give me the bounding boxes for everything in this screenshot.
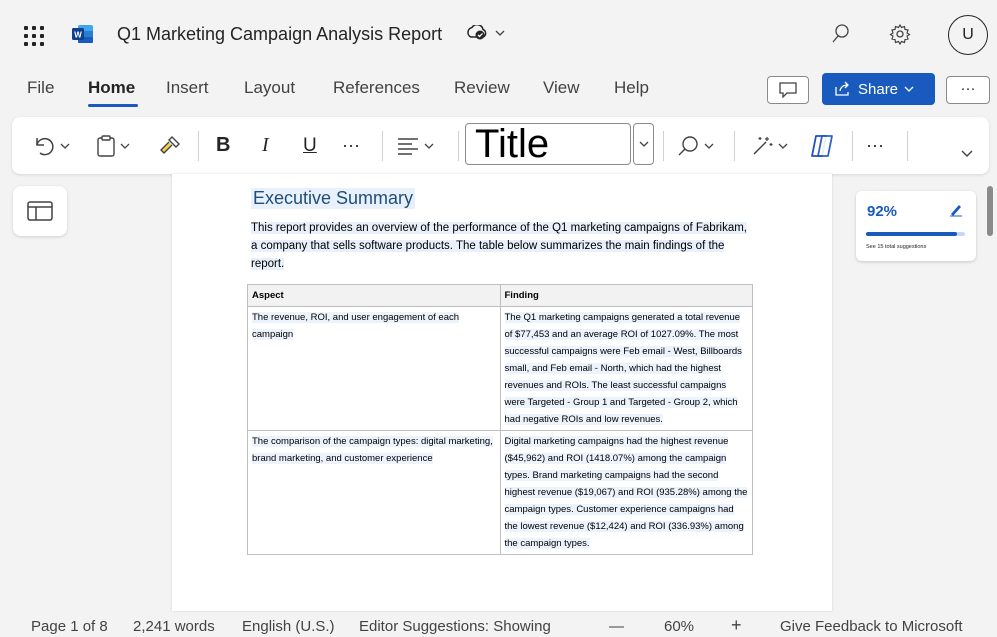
table-header-aspect: Aspect [247, 284, 501, 307]
table-cell-aspect[interactable]: The revenue, ROI, and user engagement of… [247, 306, 501, 431]
table-cell-aspect[interactable]: The comparison of the campaign types: di… [247, 430, 501, 555]
zoom-in-button[interactable]: + [731, 615, 742, 636]
feedback-link[interactable]: Give Feedback to Microsoft [780, 618, 963, 635]
chevron-down-icon [904, 86, 914, 92]
copilot-icon [811, 134, 833, 157]
format-painter-button[interactable] [158, 117, 182, 174]
table-header-row: Aspect Finding [247, 284, 753, 307]
bold-button[interactable]: B [216, 117, 230, 174]
expand-ribbon-button[interactable] [960, 117, 974, 174]
svg-text:W: W [74, 31, 82, 40]
intro-paragraph[interactable]: This report provides an overview of the … [251, 219, 751, 273]
designer-button[interactable] [750, 117, 788, 174]
toolbar-divider [734, 131, 735, 161]
align-button[interactable] [396, 117, 434, 174]
cell-text: The Q1 marketing campaigns generated a t… [504, 312, 742, 425]
findings-table[interactable]: Aspect Finding The revenue, ROI, and use… [247, 284, 753, 555]
more-font-options-button[interactable]: ··· [342, 117, 360, 174]
find-button[interactable] [676, 117, 714, 174]
editor-score-card[interactable]: 92% See 15 total suggestions [856, 191, 976, 261]
style-selector[interactable]: Title [465, 123, 631, 165]
intro-text: This report provides an overview of the … [251, 222, 748, 270]
toolbar-divider [663, 131, 664, 161]
chevron-down-icon [60, 143, 70, 149]
toolbar-divider [198, 131, 199, 161]
align-left-icon [398, 137, 418, 155]
tab-help[interactable]: Help [614, 78, 649, 98]
vertical-scrollbar[interactable] [987, 186, 993, 236]
toolbar-divider [382, 131, 383, 161]
save-status-icon[interactable] [466, 25, 488, 41]
page-count[interactable]: Page 1 of 8 [31, 618, 108, 635]
title-bar: W Q1 Marketing Campaign Analysis Report … [0, 0, 997, 68]
chevron-down-icon [120, 143, 130, 149]
italic-button[interactable]: I [262, 117, 269, 174]
clipboard-icon [97, 134, 115, 157]
zoom-level[interactable]: 60% [664, 618, 694, 635]
table-row: The comparison of the campaign types: di… [247, 430, 753, 555]
comments-button[interactable] [767, 76, 809, 104]
word-logo-icon: W [72, 25, 93, 43]
gear-icon[interactable] [889, 23, 911, 45]
magic-wand-icon [753, 136, 773, 155]
active-tab-indicator [88, 104, 138, 107]
toolbar-divider [852, 131, 853, 161]
share-button[interactable]: Share [822, 73, 935, 105]
cell-text: Digital marketing campaigns had the high… [504, 436, 748, 549]
tab-file[interactable]: File [27, 78, 54, 98]
ribbon-overflow-button[interactable]: ··· [866, 117, 884, 174]
tab-view[interactable]: View [543, 78, 580, 98]
editor-suggestions-link[interactable]: See 15 total suggestions [866, 244, 926, 250]
chevron-down-icon [704, 143, 714, 149]
status-bar: Page 1 of 8 2,241 words English (U.S.) E… [0, 614, 997, 637]
undo-icon [36, 137, 54, 155]
paste-button[interactable] [96, 117, 130, 174]
undo-button[interactable] [32, 117, 70, 174]
editor-pen-icon [950, 205, 962, 217]
search-icon[interactable] [832, 24, 850, 44]
document-page[interactable]: Executive Summary This report provides a… [172, 174, 832, 611]
toolbar-divider [458, 131, 459, 161]
document-title[interactable]: Q1 Marketing Campaign Analysis Report [117, 24, 442, 45]
chevron-down-icon[interactable] [494, 27, 506, 39]
chevron-down-icon [961, 150, 973, 157]
ribbon-toolbar: B I U ··· Title ··· [12, 117, 989, 174]
tab-review[interactable]: Review [454, 78, 510, 98]
tab-insert[interactable]: Insert [166, 78, 209, 98]
cell-text: The revenue, ROI, and user engagement of… [252, 312, 460, 340]
navigation-pane-button[interactable] [13, 186, 67, 236]
comment-icon [779, 82, 797, 98]
language[interactable]: English (U.S.) [242, 618, 335, 635]
tab-layout[interactable]: Layout [244, 78, 295, 98]
avatar[interactable]: U [948, 15, 988, 55]
editor-progress-bar [866, 232, 965, 236]
zoom-out-button[interactable]: — [609, 618, 624, 635]
table-row: The revenue, ROI, and user engagement of… [247, 306, 753, 431]
toolbar-divider [907, 131, 908, 161]
tab-references[interactable]: References [333, 78, 420, 98]
share-icon [835, 81, 849, 96]
table-header-finding: Finding [499, 284, 753, 307]
section-heading[interactable]: Executive Summary [251, 188, 416, 209]
underline-button[interactable]: U [303, 117, 317, 174]
more-options-button[interactable]: ··· [946, 76, 990, 104]
editor-score: 92% [867, 203, 898, 220]
table-cell-finding[interactable]: The Q1 marketing campaigns generated a t… [499, 306, 753, 431]
navigation-pane-icon [27, 201, 53, 221]
tab-home[interactable]: Home [88, 78, 135, 98]
editor-progress-fill [866, 232, 958, 236]
app-launcher-icon[interactable] [24, 26, 44, 46]
chevron-down-icon [424, 143, 434, 149]
copilot-button[interactable] [808, 117, 836, 174]
table-cell-finding[interactable]: Digital marketing campaigns had the high… [499, 430, 753, 555]
editor-suggestions-status[interactable]: Editor Suggestions: Showing [359, 618, 551, 635]
chevron-down-icon [639, 141, 648, 147]
style-dropdown-button[interactable] [633, 123, 654, 165]
word-count[interactable]: 2,241 words [133, 618, 215, 635]
format-painter-icon [160, 135, 180, 154]
share-label: Share [858, 80, 899, 98]
chevron-down-icon [778, 143, 788, 149]
cell-text: The comparison of the campaign types: di… [252, 436, 493, 464]
search-icon [678, 135, 698, 155]
